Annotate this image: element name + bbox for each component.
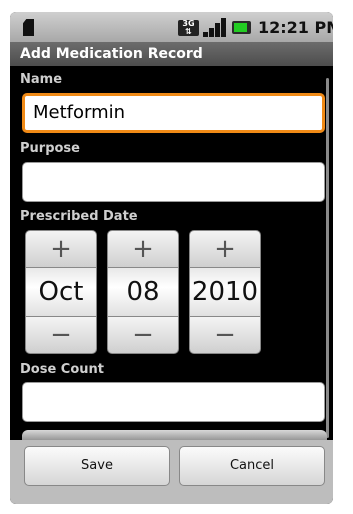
name-label: Name [20, 72, 63, 87]
month-increment-button[interactable]: + [25, 230, 97, 268]
month-value[interactable]: Oct [25, 268, 97, 316]
dose-count-label: Dose Count [20, 362, 104, 377]
purpose-field[interactable] [22, 162, 325, 202]
day-decrement-button[interactable]: − [107, 316, 179, 354]
cancel-button[interactable]: Cancel [179, 446, 325, 486]
year-decrement-button[interactable]: − [189, 316, 261, 354]
network-type-text: 3G [182, 19, 195, 28]
dose-count-field[interactable] [22, 382, 325, 422]
year-value[interactable]: 2010 [189, 268, 261, 316]
button-bar: Save Cancel [10, 440, 333, 504]
year-increment-button[interactable]: + [189, 230, 261, 268]
battery-icon [232, 21, 251, 34]
save-button[interactable]: Save [24, 446, 170, 486]
year-picker: + 2010 − [189, 230, 261, 354]
day-increment-button[interactable]: + [107, 230, 179, 268]
month-picker: + Oct − [25, 230, 97, 354]
prescribed-date-label: Prescribed Date [20, 209, 138, 224]
scrollbar[interactable] [326, 78, 329, 438]
month-decrement-button[interactable]: − [25, 316, 97, 354]
day-value[interactable]: 08 [107, 268, 179, 316]
status-time: 12:21 PM [258, 18, 333, 37]
status-bar: 3G⇅ 12:21 PM [10, 12, 333, 42]
purpose-label: Purpose [20, 141, 80, 156]
name-field[interactable]: Metformin [22, 93, 325, 133]
sd-card-icon [23, 19, 34, 36]
page-title: Add Medication Record [10, 42, 333, 66]
day-picker: + 08 − [107, 230, 179, 354]
signal-icon [203, 18, 227, 37]
device-screen: 3G⇅ 12:21 PM Add Medication Record Name … [10, 12, 333, 504]
network-3g-icon: 3G ⇅ [178, 20, 199, 36]
